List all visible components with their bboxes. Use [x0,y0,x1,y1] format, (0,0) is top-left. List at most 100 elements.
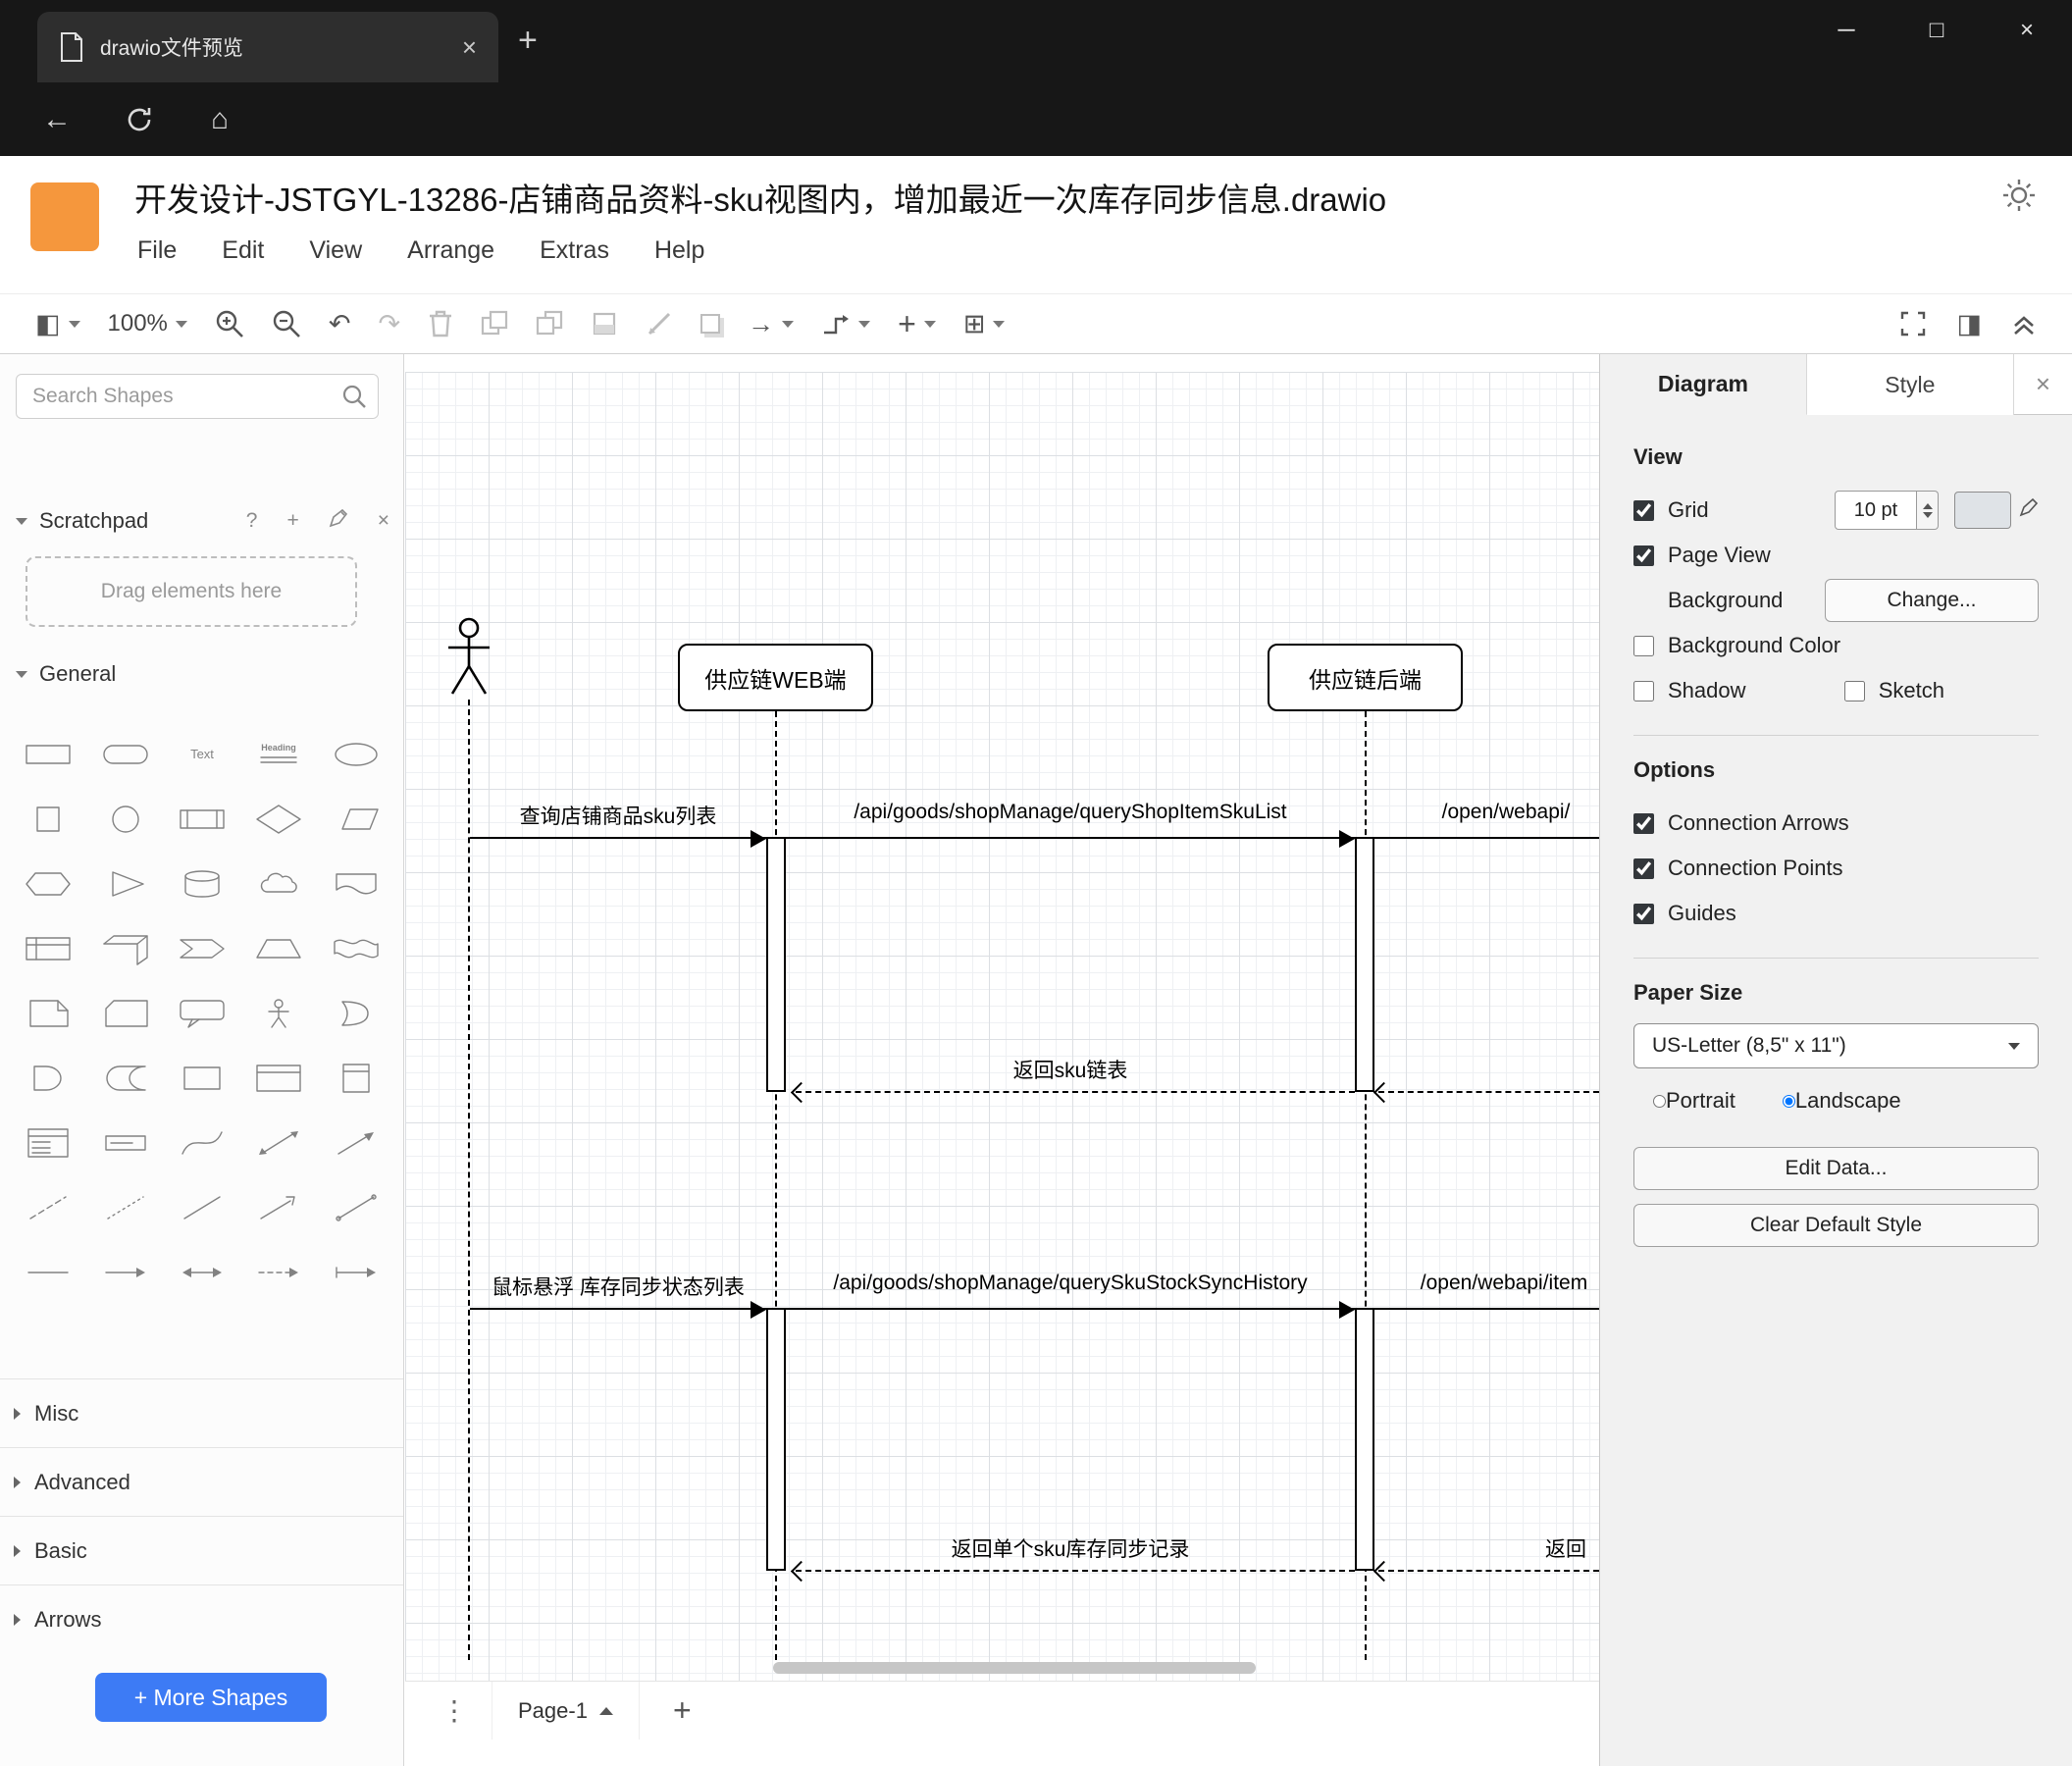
return-line[interactable] [1378,1570,1599,1572]
search-input[interactable] [16,374,379,419]
shape-directional-arrow[interactable] [240,1182,317,1233]
message-line[interactable] [1374,837,1599,839]
tab-style[interactable]: Style [1806,354,2014,415]
shape-or[interactable] [318,988,394,1039]
activation-backend-2[interactable] [1355,1308,1374,1571]
shape-note[interactable] [10,988,86,1039]
guides-checkbox[interactable] [1633,903,1654,924]
shape-heading[interactable]: Heading [240,729,317,780]
section-general[interactable]: General [14,650,389,698]
lifeline-box-web[interactable]: 供应链WEB端 [678,644,873,711]
shape-and[interactable] [10,1053,86,1104]
edit-data-button[interactable]: Edit Data... [1633,1147,2039,1190]
shape-rounded-rectangle[interactable] [86,729,163,780]
shape-callout[interactable] [164,988,240,1039]
shape-hexagon[interactable] [10,858,86,909]
section-misc[interactable]: Misc [0,1378,403,1447]
scratchpad-close-icon[interactable]: × [378,509,389,533]
message-label[interactable]: /api/goods/shopManage/queryShopItemSkuLi… [854,801,1286,824]
scratchpad-dropzone[interactable]: Drag elements here [26,556,357,627]
shape-square[interactable] [10,794,86,845]
scratchpad-add-icon[interactable]: + [286,509,298,533]
connection-style-icon[interactable]: → [748,309,795,339]
horizontal-scrollbar[interactable] [773,1662,1256,1674]
shape-tape[interactable] [318,923,394,974]
shape-step[interactable] [164,923,240,974]
shape-dashed-line[interactable] [10,1182,86,1233]
page-view-checkbox[interactable] [1633,545,1654,566]
shape-rectangle-2[interactable] [164,1053,240,1104]
message-line[interactable] [470,1308,766,1310]
panel-close-icon[interactable]: × [2014,354,2072,414]
undo-icon[interactable]: ↶ [329,309,351,339]
return-label[interactable]: 返回单个sku库存同步记录 [952,1533,1190,1563]
grid-color-picker-icon[interactable] [2019,497,2039,523]
return-line[interactable] [1378,1091,1599,1093]
shape-line[interactable] [164,1182,240,1233]
message-line[interactable] [786,837,1355,839]
message-label[interactable]: /api/goods/shopManage/querySkuStockSyncH… [833,1272,1307,1295]
shape-vertical-container[interactable] [318,1053,394,1104]
return-label[interactable]: 返回sku链表 [1013,1055,1128,1084]
return-line[interactable] [796,1570,1355,1572]
shape-document[interactable] [318,858,394,909]
shape-dashed-arrow[interactable] [240,1247,317,1298]
scratchpad-help-icon[interactable]: ? [246,509,258,533]
window-close-icon[interactable]: × [1982,0,2072,61]
actor-figure[interactable] [443,617,494,701]
shape-circle[interactable] [86,794,163,845]
shape-container[interactable] [240,1053,317,1104]
shape-triangle[interactable] [86,858,163,909]
section-advanced[interactable]: Advanced [0,1447,403,1516]
shape-card[interactable] [86,988,163,1039]
message-line[interactable] [786,1308,1355,1310]
message-line[interactable] [470,837,766,839]
browser-tab[interactable]: drawio文件预览 × [37,12,498,82]
shape-cloud[interactable] [240,858,317,909]
shape-horizontal-line[interactable] [10,1247,86,1298]
shape-diamond[interactable] [240,794,317,845]
grid-color-swatch[interactable] [1954,492,2011,529]
message-label[interactable]: /open/webapi/ [1442,801,1571,824]
refresh-icon[interactable] [112,105,167,134]
sketch-checkbox[interactable] [1843,680,1865,701]
lifeline-box-backend[interactable]: 供应链后端 [1268,644,1463,711]
landscape-option[interactable]: Landscape [1782,1088,1901,1114]
shape-diagonal-line[interactable] [318,1182,394,1233]
shadow-checkbox[interactable] [1633,680,1654,701]
more-shapes-button[interactable]: + More Shapes [95,1673,327,1722]
shape-bidirectional-arrow[interactable] [240,1117,317,1169]
connection-points-checkbox[interactable] [1633,857,1654,879]
shape-cylinder[interactable] [164,858,240,909]
message-line[interactable] [1374,1308,1599,1310]
menu-help[interactable]: Help [654,236,704,265]
activation-web-2[interactable] [766,1308,786,1571]
shape-dotted-line[interactable] [86,1182,163,1233]
minimize-icon[interactable]: ─ [1801,0,1891,61]
diagram-canvas[interactable]: 供应链WEB端 供应链后端 查询店铺商品sku列表 /api/goods/sho… [405,354,1599,1681]
portrait-option[interactable]: Portrait [1653,1088,1735,1114]
menu-edit[interactable]: Edit [222,236,264,265]
shape-trapezoid[interactable] [240,923,317,974]
table-icon[interactable]: ⊞ [963,309,1006,339]
shape-arrow[interactable] [318,1117,394,1169]
zoom-in-icon[interactable] [215,309,244,338]
shape-curve[interactable] [164,1117,240,1169]
shape-thin-arrow[interactable] [86,1247,163,1298]
back-icon[interactable]: ← [29,103,84,136]
scratchpad-edit-icon[interactable] [329,508,348,534]
shape-process[interactable] [164,794,240,845]
return-label-clipped[interactable]: 返回 [1545,1533,1586,1563]
shape-internal-storage[interactable] [10,923,86,974]
background-color-checkbox[interactable] [1633,635,1654,656]
outline-view-icon[interactable]: ◧ [35,309,80,339]
menu-view[interactable]: View [309,236,362,265]
tab-close-icon[interactable]: × [462,32,477,63]
grid-checkbox[interactable] [1633,499,1654,521]
landscape-radio[interactable] [1782,1094,1795,1108]
theme-toggle-sun-icon[interactable] [1999,176,2039,220]
connection-arrows-checkbox[interactable] [1633,812,1654,834]
shape-double-arrow[interactable] [164,1247,240,1298]
menu-file[interactable]: File [137,236,177,265]
section-basic[interactable]: Basic [0,1516,403,1584]
